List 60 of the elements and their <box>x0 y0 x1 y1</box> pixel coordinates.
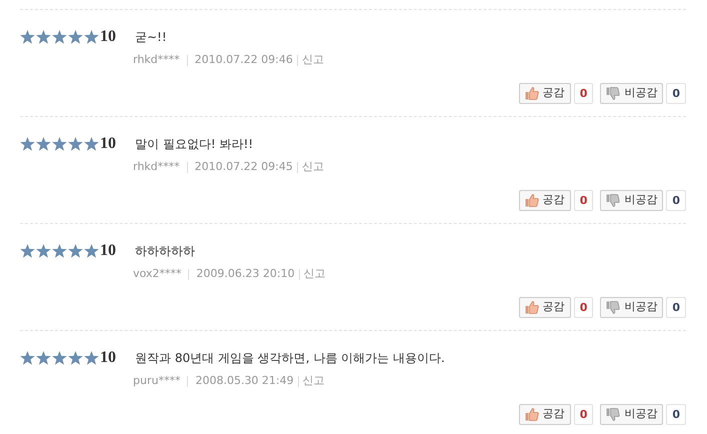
thumbs-up-icon <box>524 86 539 100</box>
star-icon <box>84 351 99 365</box>
star-icon <box>84 244 99 258</box>
like-button[interactable]: 공감 <box>518 404 571 424</box>
review-text: 말이 필요없다! 봐라!! <box>135 136 254 153</box>
review-date: 2010.07.22 09:45 <box>194 159 293 175</box>
like-count: 0 <box>574 404 594 424</box>
star-icon <box>52 351 67 365</box>
thumbs-up-icon <box>524 194 539 206</box>
star-icon <box>68 137 83 151</box>
star-icon <box>36 137 51 151</box>
review-date: 2010.07.22 09:46 <box>194 52 293 68</box>
review-date: 2009.06.23 20:10 <box>196 266 295 282</box>
dislike-button[interactable]: 비공감 <box>600 296 664 318</box>
star-icon <box>20 351 35 365</box>
star-icon <box>36 30 51 44</box>
star-icon <box>36 351 51 365</box>
like-button[interactable]: 공감 <box>518 190 571 210</box>
star-icon <box>20 137 35 151</box>
review-text: 굳~!! <box>135 29 167 46</box>
dislike-count: 0 <box>666 404 686 424</box>
star-icon <box>20 30 35 44</box>
thumbs-down-icon <box>606 86 620 100</box>
thumbs-up-icon <box>524 300 539 314</box>
thumbs-down-icon <box>606 194 620 206</box>
username: vox2**** <box>133 266 182 282</box>
star-icon <box>52 30 67 44</box>
dislike-count: 0 <box>666 296 686 318</box>
username: puru**** <box>133 373 180 389</box>
dislike-count: 0 <box>666 190 686 210</box>
thumbs-down-icon <box>606 300 620 314</box>
score: 10 <box>100 241 117 261</box>
like-button[interactable]: 공감 <box>518 82 571 104</box>
like-count: 0 <box>574 296 594 318</box>
dislike-button[interactable]: 비공감 <box>600 190 664 210</box>
star-icon <box>68 30 83 44</box>
score: 10 <box>100 134 117 154</box>
review-text: 원작과 80년대 게임을 생각하면, 나름 이해가는 내용이다. <box>135 350 445 367</box>
thumbs-up-icon <box>524 408 539 420</box>
like-button[interactable]: 공감 <box>518 296 571 318</box>
star-icon <box>20 244 35 258</box>
review-text: 하하하하하 <box>135 243 195 260</box>
dislike-count: 0 <box>666 82 686 104</box>
star-icon <box>36 244 51 258</box>
score: 10 <box>100 348 117 368</box>
dislike-button[interactable]: 비공감 <box>600 404 664 424</box>
dislike-button[interactable]: 비공감 <box>600 82 664 104</box>
star-icon <box>52 244 67 258</box>
username: rhkd**** <box>133 52 180 68</box>
like-count: 0 <box>574 82 594 104</box>
review-date: 2008.05.30 21:49 <box>195 373 294 389</box>
username: rhkd**** <box>133 159 180 175</box>
star-icon <box>84 30 99 44</box>
thumbs-down-icon <box>606 408 620 420</box>
star-icon <box>52 137 67 151</box>
score: 10 <box>100 27 117 47</box>
star-icon <box>84 137 99 151</box>
star-icon <box>68 244 83 258</box>
star-icon <box>68 351 83 365</box>
like-count: 0 <box>574 190 594 210</box>
